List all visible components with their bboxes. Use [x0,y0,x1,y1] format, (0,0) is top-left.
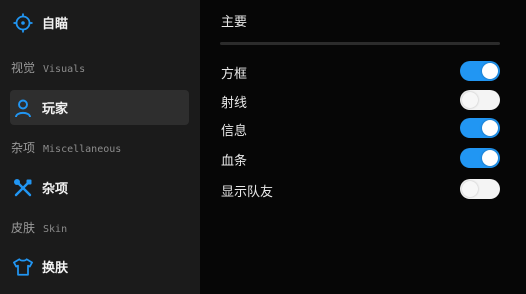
section-header-misc: 杂项 Miscellaneous [11,139,121,156]
sidebar-item-label: 杂项 [42,182,69,197]
sidebar-item-misc[interactable]: 杂项 [10,170,189,205]
crosshair-icon [13,13,33,33]
shirt-icon [13,257,33,277]
sidebar-item-label: 换肤 [42,261,69,276]
option-label: 信息 [221,124,248,139]
toggle-switch[interactable] [460,90,500,110]
section-title-cn: 杂项 [11,141,36,155]
section-header-visuals: 视觉 Visuals [11,59,85,76]
sidebar-item-aimbot[interactable]: 自瞄 [10,5,189,40]
toggle-switch[interactable] [460,148,500,168]
option-row-show-teammates: 显示队友 [221,179,501,201]
toggle-knob [482,150,498,166]
toggle-switch[interactable] [460,179,500,199]
option-label: 方框 [221,67,248,82]
option-label: 显示队友 [221,185,274,200]
section-title-en: Visuals [43,64,86,75]
option-row-box: 方框 [221,61,501,83]
toggle-switch[interactable] [460,61,500,81]
section-title-cn: 视觉 [11,61,36,75]
sidebar-item-player[interactable]: 玩家 [10,90,189,125]
tools-icon [13,178,33,198]
option-row-info: 信息 [221,118,501,140]
sidebar-item-skin[interactable]: 换肤 [10,249,189,284]
divider [220,42,500,45]
option-row-health-bar: 血条 [221,148,501,170]
toggle-knob [482,120,498,136]
option-label: 射线 [221,96,248,111]
toggle-switch[interactable] [460,118,500,138]
section-title: 主要 [221,15,248,30]
toggle-knob [482,63,498,79]
section-header-skin: 皮肤 Skin [11,219,67,236]
option-label: 血条 [221,154,248,169]
person-icon [13,98,33,118]
section-title-en: Miscellaneous [43,144,122,155]
option-row-lines: 射线 [221,90,501,112]
section-title-en: Skin [43,224,68,235]
toggle-knob [462,92,478,108]
sidebar-item-label: 自瞄 [42,17,69,32]
section-title-cn: 皮肤 [11,221,36,235]
sidebar: 自瞄 视觉 Visuals 玩家 杂项 Miscellaneous 杂项 皮肤 … [0,0,200,294]
main-panel: 主要 方框 射线 信息 血条 显示队友 [200,0,526,294]
toggle-knob [462,181,478,197]
sidebar-item-label: 玩家 [42,102,69,117]
